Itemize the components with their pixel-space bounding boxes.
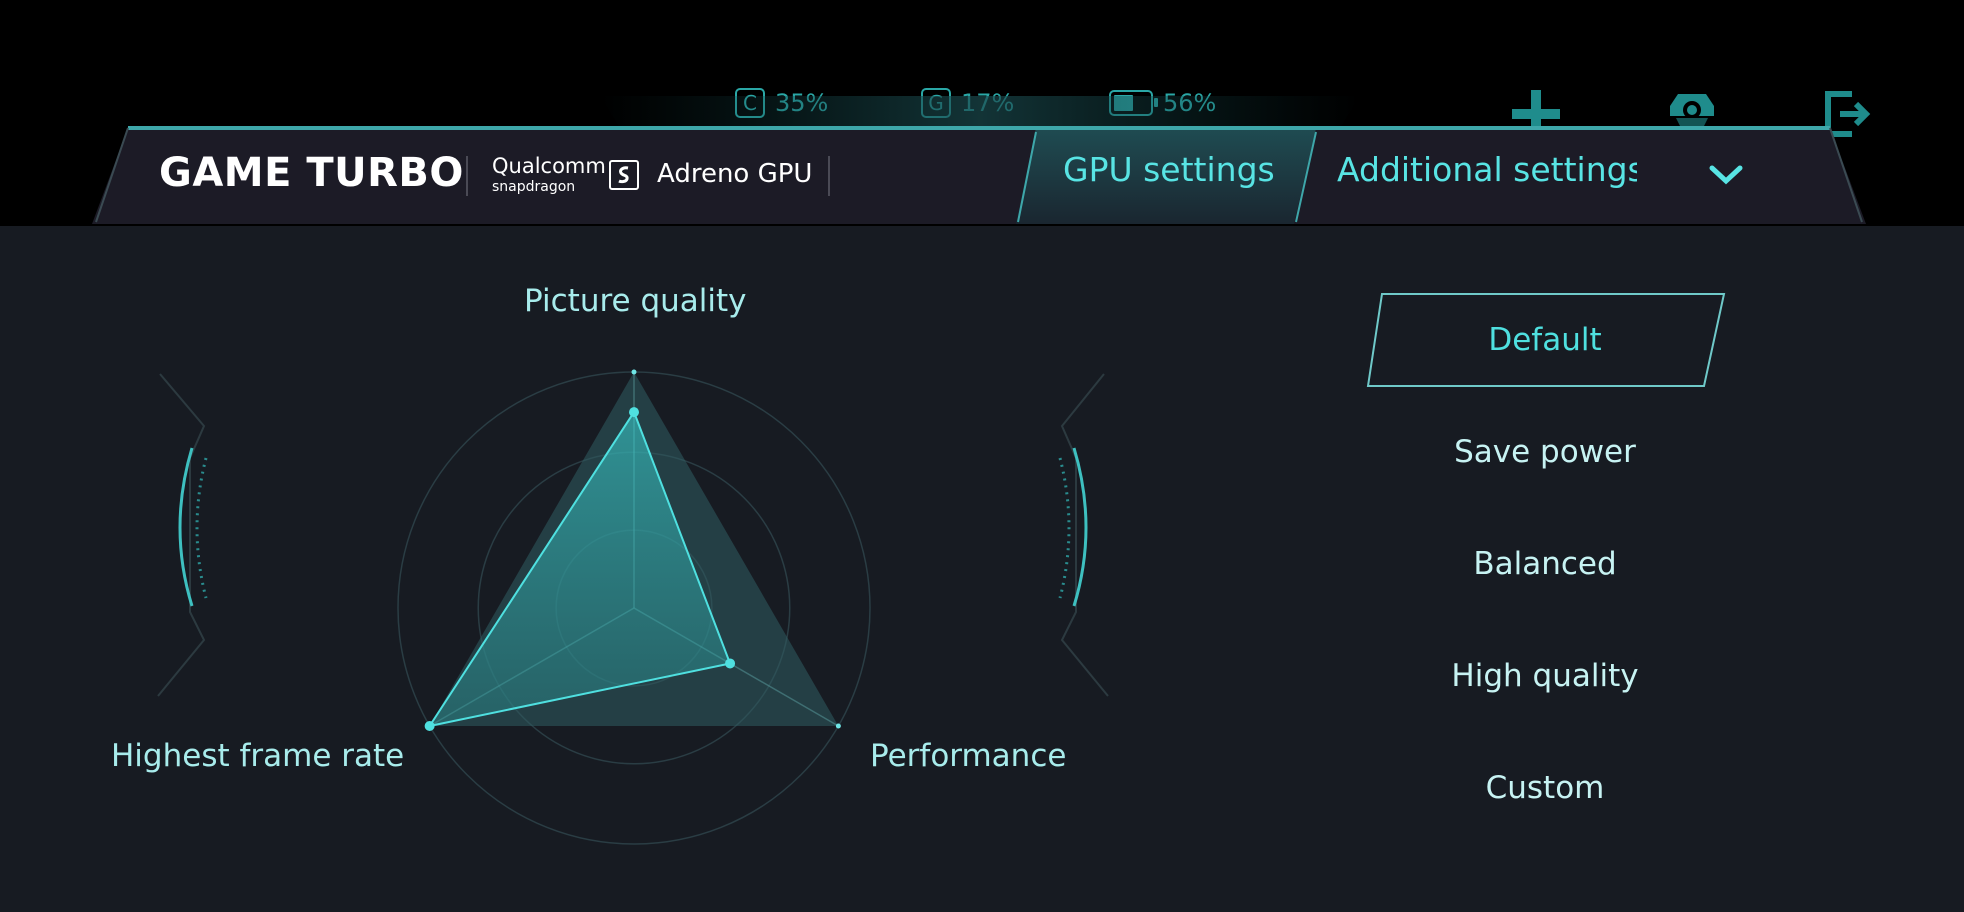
mode-option-custom[interactable]: Custom (1355, 748, 1735, 828)
left-bracket-decoration (157, 373, 208, 697)
axis-label-highest-frame-rate: Highest frame rate (111, 738, 405, 774)
header-divider (828, 156, 830, 196)
snapdragon-icon (609, 160, 639, 190)
battery-icon (1109, 90, 1158, 116)
header-divider (466, 156, 468, 196)
game-turbo-screen: C 35% G 17% 56% GAME TURBO Qualcomm snap… (0, 0, 1964, 912)
gpu-mode-list: Default Save power Balanced High quality… (1355, 226, 1735, 912)
chip-sub: snapdragon (492, 179, 576, 195)
axis-label-picture-quality: Picture quality (524, 283, 747, 319)
cpu-usage: C 35% (735, 86, 828, 120)
gpu-usage-value: 17% (961, 89, 1015, 117)
cpu-icon: C (735, 88, 765, 118)
tab-additional-settings[interactable]: Additional settings (1337, 150, 1637, 189)
mode-option-default[interactable]: Default (1355, 300, 1735, 380)
radar-axis-tip (631, 369, 637, 375)
right-bracket-decoration (1058, 373, 1109, 697)
gpu-usage: G 17% (921, 86, 1014, 120)
gpu-settings-panel: Picture quality Performance Highest fram… (0, 226, 1964, 912)
gpu-icon: G (921, 88, 951, 118)
chip-brand: Qualcomm (492, 154, 606, 178)
qualcomm-logo: Qualcomm snapdragon (492, 154, 606, 195)
axis-label-performance: Performance (870, 738, 1067, 774)
cpu-usage-value: 35% (775, 89, 829, 117)
battery-level: 56% (1109, 86, 1216, 120)
battery-fill (1114, 95, 1134, 111)
header: GAME TURBO Qualcomm snapdragon Adreno GP… (0, 128, 1964, 226)
tab-gpu-settings[interactable]: GPU settings (1063, 150, 1275, 189)
battery-level-value: 56% (1163, 89, 1217, 117)
app-title: GAME TURBO (159, 150, 464, 196)
radar-value-point (629, 407, 639, 418)
radar-value-point (424, 721, 435, 731)
mode-option-save-power[interactable]: Save power (1355, 412, 1735, 492)
mode-option-balanced[interactable]: Balanced (1355, 524, 1735, 604)
mode-option-high-quality[interactable]: High quality (1355, 636, 1735, 716)
chevron-down-icon[interactable] (1700, 148, 1752, 200)
radar-value-point (725, 658, 736, 669)
radar-axis-tip (835, 723, 841, 729)
status-strip: C 35% G 17% 56% (0, 0, 1964, 137)
gpu-name: Adreno GPU (657, 159, 813, 189)
